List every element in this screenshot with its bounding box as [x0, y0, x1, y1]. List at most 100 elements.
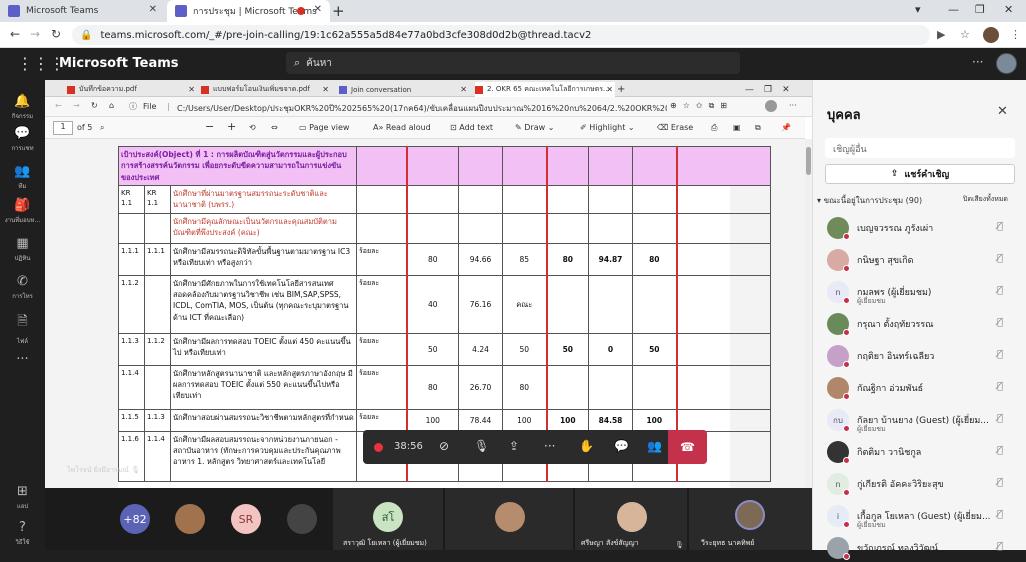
video-tile[interactable]: ศรีษญา สังข์สัญญา 🎙	[575, 488, 687, 550]
rail-apps[interactable]: ⊞ แอป	[0, 484, 45, 511]
edge-profile-avatar[interactable]	[765, 100, 777, 112]
invite-input[interactable]: เชิญผู้อื่น	[825, 138, 1015, 158]
read-aloud-button[interactable]: A» Read aloud	[373, 123, 431, 132]
leave-call-button[interactable]: ☎	[668, 430, 707, 464]
mic-off-icon[interactable]: 🎙̸	[997, 509, 1003, 520]
browser-menu-icon[interactable]: ⋮	[1010, 28, 1021, 41]
reload-icon[interactable]: ↻	[51, 27, 61, 41]
reload-icon[interactable]: ↻	[91, 101, 98, 110]
raise-hand-icon[interactable]: ✋	[579, 439, 594, 453]
mic-off-icon[interactable]: 🎙̸	[997, 445, 1003, 456]
mic-off-icon[interactable]: 🎙̸	[997, 253, 1003, 264]
mic-off-icon[interactable]: 🎙̸	[997, 413, 1003, 424]
close-icon[interactable]: ✕	[322, 85, 329, 94]
restore-icon[interactable]: ❐	[975, 3, 985, 16]
mic-off-icon[interactable]: 🎙̸	[997, 477, 1003, 488]
scrollbar-thumb[interactable]	[806, 147, 811, 175]
mic-off-icon[interactable]: 🎙̸	[997, 285, 1003, 296]
minimize-icon[interactable]: —	[948, 3, 959, 16]
overflow-participants-button[interactable]: +82	[120, 504, 150, 534]
participant-row[interactable]: เบญจวรรณ ภูรังเผ่า 🎙̸	[813, 214, 1026, 242]
print-icon[interactable]: ⎙	[711, 123, 717, 133]
zoom-out-icon[interactable]: −	[205, 120, 214, 133]
close-icon[interactable]: ✕	[188, 85, 195, 94]
erase-button[interactable]: ⌫ Erase	[657, 123, 693, 132]
rail-calendar[interactable]: ▦ ปฏิทิน	[0, 236, 45, 263]
mic-off-icon[interactable]: 🎙̸	[997, 381, 1003, 392]
participant-row[interactable]: กิตติมา วานิชกูล 🎙̸	[813, 438, 1026, 466]
participant-row[interactable]: กฤติยา อินทร์เฉลียว 🎙̸	[813, 342, 1026, 370]
participant-row[interactable]: ขวัญภรณ์ ทองวิวัฒน์ 🎙̸	[813, 534, 1026, 562]
mic-off-icon[interactable]: 🎙̸	[997, 221, 1003, 232]
rail-calls[interactable]: ✆ การโทร	[0, 274, 45, 301]
participant-row[interactable]: n กู่เกียรติ อัคคะวิริยะสุข 🎙̸	[813, 470, 1026, 498]
edge-tab-active[interactable]: 2. OKR 65 คณะเทคโนโลยีการเกษตร... ✕	[475, 82, 615, 97]
rail-more[interactable]: ···	[0, 352, 45, 367]
edge-menu-icon[interactable]: ···	[789, 101, 797, 110]
pdf-scrollbar[interactable]	[805, 139, 812, 488]
add-text-button[interactable]: ⊡ Add text	[450, 123, 493, 132]
pin-icon[interactable]: 📌	[781, 123, 791, 132]
video-tile[interactable]: วีระยุทธ นาคทิพย์	[689, 488, 812, 550]
mic-off-icon[interactable]: 🎙̸	[997, 349, 1003, 360]
back-icon[interactable]: ←	[10, 27, 20, 41]
forward-icon[interactable]: →	[73, 101, 80, 110]
fit-page-icon[interactable]: ⇔	[271, 123, 278, 132]
bookmark-star-icon[interactable]: ☆	[960, 28, 970, 41]
search-icon[interactable]: ⌕	[100, 123, 104, 133]
participant-row[interactable]: กัณฐิกา อ่วมพันธ์ 🎙̸	[813, 374, 1026, 402]
edge-tab[interactable]: แบบฟอร์มโอนเงินเพิ่มขจาด.pdf ✕	[201, 82, 331, 97]
rail-assignments[interactable]: 🎒 งานที่มอบห...	[0, 198, 45, 225]
forward-icon[interactable]: →	[30, 27, 40, 41]
save-as-icon[interactable]: ⧉	[755, 123, 761, 133]
highlight-button[interactable]: ✐ Highlight ⌄	[580, 123, 635, 132]
rotate-icon[interactable]: ⟲	[249, 123, 256, 132]
participant-row[interactable]: i เกื้อกูล โยเหลา (Guest) (ผู้เยี่ยม... ผู…	[813, 502, 1026, 530]
share-screen-icon[interactable]: ⇪	[509, 439, 519, 453]
mic-off-icon[interactable]: 🎙̸	[997, 541, 1003, 552]
participant-row[interactable]: กบ กัลยา บ้านยาง (Guest) (ผู้เยี่ยม... ผู้…	[813, 406, 1026, 434]
save-icon[interactable]: ▣	[733, 123, 741, 132]
camera-permission-icon[interactable]: ▶	[937, 28, 945, 41]
address-bar[interactable]: 🔒 teams.microsoft.com/_#/pre-join-callin…	[72, 25, 930, 45]
edge-tab[interactable]: Join conversation ✕	[339, 82, 469, 97]
in-meeting-header[interactable]: ▾ ขณะนี้อยู่ในการประชุม (90)	[817, 194, 922, 207]
page-view-button[interactable]: ▭ Page view	[299, 123, 349, 132]
home-icon[interactable]: ⌂	[109, 101, 114, 110]
more-options-icon[interactable]: ···	[972, 55, 983, 69]
edge-window-controls[interactable]: —❐✕	[745, 82, 805, 97]
profile-avatar[interactable]	[983, 27, 999, 43]
user-avatar[interactable]	[996, 53, 1017, 74]
video-tile[interactable]	[445, 488, 573, 550]
page-number-input[interactable]: 1	[53, 121, 73, 135]
close-icon[interactable]: ✕	[606, 85, 613, 94]
rail-files[interactable]: 🗎 ไฟล์	[0, 312, 45, 346]
video-tile[interactable]: สโ สราวุฒิ โยเหลา (ผู้เยี่ยมชม)	[333, 488, 443, 550]
app-launcher-icon[interactable]: ⋮⋮⋮	[17, 54, 65, 73]
edge-new-tab-button[interactable]: +	[617, 82, 629, 97]
mute-all-button[interactable]: ปิดเสียงทั้งหมด	[963, 194, 1008, 205]
mic-off-icon[interactable]: 🎙	[474, 439, 489, 453]
participant-row[interactable]: กรุณา ตั้งฤทัยวรรณ 🎙̸	[813, 310, 1026, 338]
more-actions-icon[interactable]: ···	[544, 439, 555, 453]
chat-icon[interactable]: 💬	[614, 439, 629, 453]
mic-off-icon[interactable]: 🎙̸	[997, 317, 1003, 328]
rail-help[interactable]: ? วิธีใช้	[0, 520, 45, 547]
camera-off-icon[interactable]: ⊘	[439, 439, 449, 453]
zoom-in-icon[interactable]: +	[227, 120, 236, 133]
close-icon[interactable]: ✕	[460, 85, 467, 94]
participants-icon[interactable]: 👥	[647, 439, 662, 453]
edge-toolbar-icons[interactable]: ⊕☆✩⧉⊞	[670, 101, 733, 111]
window-close-icon[interactable]: ✕	[1004, 3, 1013, 16]
browser-tab-teams[interactable]: Microsoft Teams ✕	[0, 0, 165, 22]
edge-tab[interactable]: บันทึกข้อความ.pdf ✕	[67, 82, 197, 97]
search-input[interactable]: ⌕ ค้นหา	[286, 52, 740, 74]
rail-chat[interactable]: 💬 การแชท	[0, 126, 45, 153]
participant-row[interactable]: กนิษฐา สุขเกิด 🎙̸	[813, 246, 1026, 274]
rail-activity[interactable]: 🔔 กิจกรรม	[0, 94, 45, 121]
file-path[interactable]: C:/Users/User/Desktop/ประชุมOKR%20ปี%202…	[177, 102, 667, 115]
tab-search-icon[interactable]: ▾	[915, 3, 921, 16]
share-invite-button[interactable]: ⇪ แชร์คำเชิญ	[825, 164, 1015, 184]
back-icon[interactable]: ←	[55, 101, 62, 110]
draw-button[interactable]: ✎ Draw ⌄	[515, 123, 554, 132]
